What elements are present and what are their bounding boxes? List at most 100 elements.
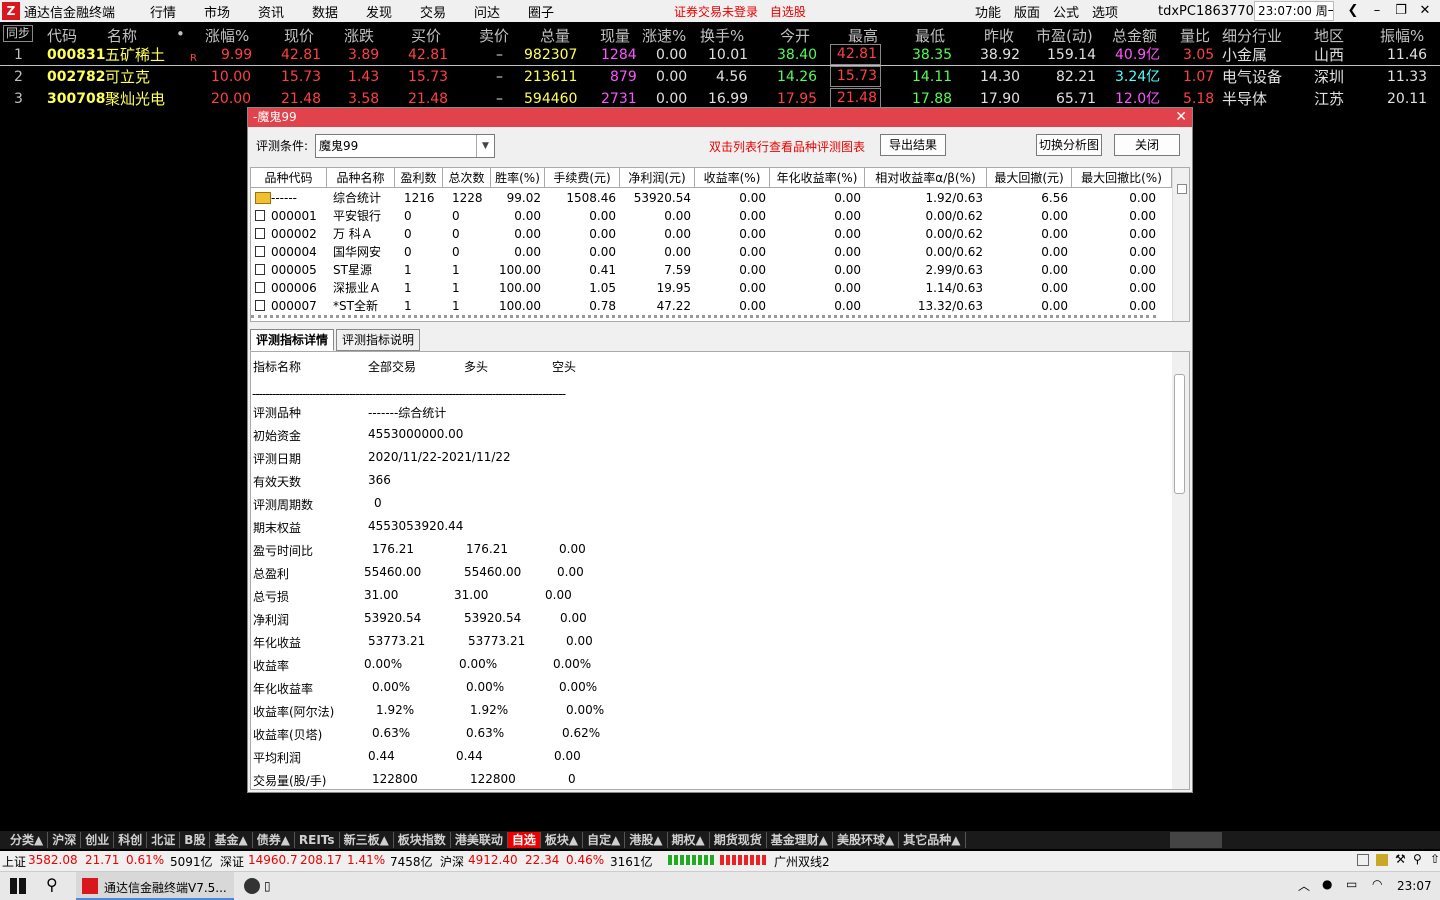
- grid-row[interactable]: 000004 国华网安 0 0 0.00 0.00 0.00 0.00 0.00 0.00/0.6…: [251, 243, 1173, 261]
- col-amount[interactable]: 总金额: [1112, 25, 1157, 46]
- market-tab[interactable]: 自选: [507, 832, 541, 848]
- window-icon[interactable]: [1357, 854, 1369, 866]
- market-tab[interactable]: 板块指数: [394, 832, 451, 848]
- menu-trade[interactable]: 交易: [406, 2, 460, 21]
- col-industry[interactable]: 细分行业: [1222, 25, 1282, 46]
- quote-row[interactable]: 2 002782 可立克 10.00 15.73 1.43 15.73 – 21…: [0, 66, 1440, 88]
- col-code[interactable]: 代码: [47, 25, 77, 46]
- grid-checkbox[interactable]: [1177, 184, 1187, 194]
- grid-row[interactable]: ------ 综合统计 1216 1228 99.02 1508.46 53920.54 0.…: [251, 189, 1173, 207]
- minimize-icon[interactable]: –: [1366, 1, 1388, 21]
- th-winrate[interactable]: 胜率(%): [491, 168, 545, 188]
- col-speed[interactable]: 涨速%: [642, 25, 686, 46]
- th-max-dd[interactable]: 最大回撤(元): [987, 168, 1072, 188]
- trade-login-link[interactable]: 证券交易未登录: [674, 5, 758, 19]
- app-icon[interactable]: [244, 878, 260, 894]
- close-icon[interactable]: ✕: [1414, 1, 1436, 21]
- market-tab[interactable]: 科创: [114, 832, 148, 848]
- col-ask[interactable]: 卖价: [479, 25, 509, 46]
- market-tab[interactable]: 板块▲: [541, 832, 584, 848]
- menu-discover[interactable]: 发现: [352, 2, 406, 21]
- up-icon[interactable]: ⇧: [1430, 852, 1440, 866]
- col-price[interactable]: 现价: [284, 25, 314, 46]
- menu-formula[interactable]: 公式: [1053, 2, 1079, 21]
- chevron-up-icon[interactable]: ︿: [1298, 877, 1310, 894]
- sh-label[interactable]: 上证: [2, 853, 26, 870]
- th-annual-return[interactable]: 年化收益率(%): [770, 168, 865, 188]
- th-return[interactable]: 收益率(%): [695, 168, 770, 188]
- detail-scrollbar[interactable]: [1172, 352, 1189, 789]
- row-checkbox[interactable]: [255, 246, 265, 257]
- grid-row[interactable]: 000007 *ST全新 1 1 100.00 0.78 47.22 0.00 0.00 13.3…: [251, 297, 1173, 315]
- col-vol[interactable]: 总量: [540, 25, 570, 46]
- tab-detail[interactable]: 评测指标详情: [250, 329, 335, 351]
- market-tab[interactable]: 港美联动: [451, 832, 508, 848]
- col-turnover[interactable]: 换手%: [700, 25, 744, 46]
- network-icon[interactable]: ▭: [1346, 877, 1357, 891]
- dialog-close-icon[interactable]: ✕: [1175, 108, 1187, 127]
- col-vol-ratio[interactable]: 量比: [1180, 25, 1210, 46]
- market-tab[interactable]: 债券▲: [253, 832, 295, 848]
- close-button[interactable]: 关闭: [1114, 134, 1180, 156]
- tools-icon[interactable]: ⚒: [1395, 852, 1406, 866]
- market-tab[interactable]: 期权▲: [668, 832, 710, 848]
- col-name[interactable]: 名称: [107, 25, 137, 46]
- restore-icon[interactable]: ❐: [1390, 1, 1412, 21]
- th-max-dd-ratio[interactable]: 最大回撤比(%): [1072, 168, 1172, 188]
- qq-icon[interactable]: ●: [1322, 877, 1332, 891]
- menu-layout[interactable]: 版面: [1014, 2, 1040, 21]
- col-amp[interactable]: 振幅%: [1380, 25, 1424, 46]
- market-tab[interactable]: 其它品种▲: [899, 832, 966, 848]
- grid-row[interactable]: 000006 深振业Ａ 1 1 100.00 1.05 19.95 0.00 0.00 1.14/…: [251, 279, 1173, 297]
- market-tab[interactable]: 基金▲: [210, 832, 253, 848]
- col-chg-pct[interactable]: 涨幅%: [205, 25, 249, 46]
- menu-options[interactable]: 选项: [1092, 2, 1118, 21]
- menu-market[interactable]: 市场: [190, 2, 244, 21]
- menu-ask[interactable]: 问达: [460, 2, 514, 21]
- col-low[interactable]: 最低: [915, 25, 945, 46]
- wifi-icon[interactable]: ◠: [1372, 877, 1382, 891]
- quote-row[interactable]: 1 000831 五矿稀土 R 9.99 42.81 3.89 42.81 – …: [0, 44, 1440, 66]
- market-tab[interactable]: 沪深: [48, 832, 82, 848]
- market-tab[interactable]: 期货现货: [710, 832, 767, 848]
- col-bid[interactable]: 买价: [411, 25, 441, 46]
- th-netprofit[interactable]: 净利润(元): [620, 168, 695, 188]
- col-chg[interactable]: 涨跌: [344, 25, 374, 46]
- col-region[interactable]: 地区: [1314, 25, 1344, 46]
- market-tab[interactable]: 港股▲: [625, 832, 668, 848]
- col-pe[interactable]: 市盈(动): [1036, 25, 1093, 46]
- col-high[interactable]: 最高: [848, 25, 878, 46]
- th-alpha-beta[interactable]: 相对收益率α/β(%): [865, 168, 987, 188]
- col-cur-vol[interactable]: 现量: [600, 25, 630, 46]
- sz-label[interactable]: 深证: [220, 853, 244, 870]
- menu-circle[interactable]: 圈子: [514, 2, 568, 21]
- th-wins[interactable]: 盈利数: [395, 168, 443, 188]
- hs-label[interactable]: 沪深: [440, 853, 464, 870]
- grid-row[interactable]: 000005 ST星源 1 1 100.00 0.41 7.59 0.00 0.00 2.99/0…: [251, 261, 1173, 279]
- market-tab[interactable]: REITs: [295, 832, 340, 848]
- market-tab[interactable]: 新三板▲: [340, 832, 394, 848]
- search-icon[interactable]: ⚲: [46, 875, 58, 894]
- chevron-down-icon[interactable]: ▼: [476, 135, 494, 157]
- menu-function[interactable]: 功能: [975, 2, 1001, 21]
- coin-icon[interactable]: [1376, 854, 1388, 866]
- grid-row[interactable]: 000002 万 科Ａ 0 0 0.00 0.00 0.00 0.00 0.00 0.00/0.6…: [251, 225, 1173, 243]
- tab-description[interactable]: 评测指标说明: [336, 329, 421, 351]
- scroll-thumb[interactable]: [1174, 374, 1185, 494]
- market-tab[interactable]: 创业: [81, 832, 115, 848]
- row-checkbox[interactable]: [255, 264, 265, 275]
- grid-row[interactable]: 000001 平安银行 0 0 0.00 0.00 0.00 0.00 0.00 0.00/0.6…: [251, 207, 1173, 225]
- dialog-title-bar[interactable]: -魔鬼99 ✕: [248, 108, 1192, 127]
- th-code[interactable]: 品种代码: [251, 168, 327, 188]
- th-name[interactable]: 品种名称: [327, 168, 395, 188]
- th-fee[interactable]: 手续费(元): [545, 168, 620, 188]
- market-tab[interactable]: 自定▲: [583, 832, 626, 848]
- col-open[interactable]: 今开: [780, 25, 810, 46]
- market-tab[interactable]: 基金理财▲: [767, 832, 834, 848]
- sync-button[interactable]: 同步: [3, 25, 33, 42]
- row-checkbox[interactable]: [255, 282, 265, 293]
- row-checkbox[interactable]: [255, 210, 265, 221]
- market-tab[interactable]: 分类▲: [6, 832, 49, 848]
- strip-scrollbar[interactable]: [1170, 832, 1222, 848]
- row-checkbox[interactable]: [255, 300, 265, 311]
